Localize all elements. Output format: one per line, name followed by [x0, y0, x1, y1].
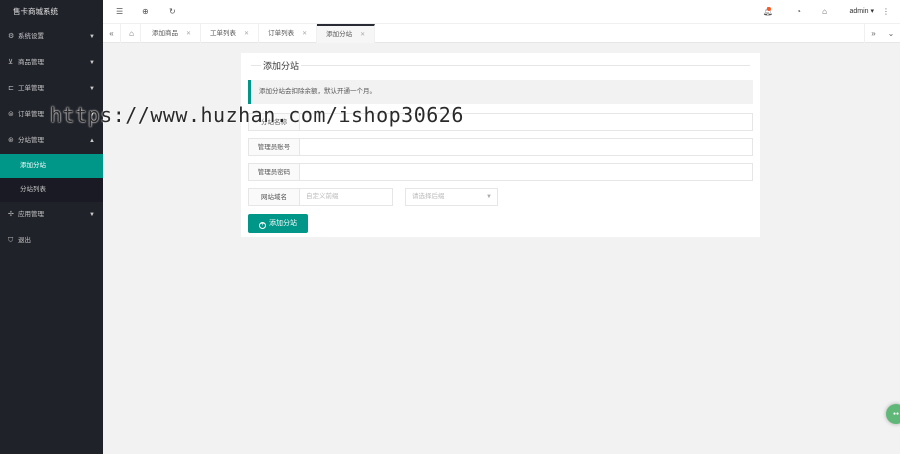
- more-vertical-icon[interactable]: ⋮: [882, 0, 890, 24]
- tab-label: 工单列表: [210, 30, 237, 37]
- sidebar-item-logout[interactable]: ⛉ 退出: [0, 228, 103, 254]
- caret-down-icon: ▼: [89, 34, 95, 40]
- bell-icon[interactable]: 🔔︎: [763, 0, 773, 24]
- tabs: 添加商品 ✕ 工单列表 ✕ 订单列表 ✕ 添加分站 ✕: [143, 24, 376, 43]
- home-tab-icon[interactable]: ⌂: [123, 24, 141, 43]
- field-label: 管理员密码: [248, 163, 300, 181]
- watermark: https://www.huzhan.com/ishop30626: [50, 103, 464, 127]
- palette-icon[interactable]: ◔: [796, 0, 801, 24]
- notice-banner: 添加分站会扣除余额，默认开通一个月。: [248, 80, 753, 104]
- tabs-scroll-left-icon[interactable]: «: [103, 24, 121, 43]
- title-divider: [251, 65, 750, 66]
- caret-down-icon: ▼: [486, 194, 492, 200]
- sidebar-item-label: 订单管理: [18, 111, 44, 118]
- cart-icon: ⊻: [8, 59, 14, 66]
- sidebar-subitem-substation-list[interactable]: 分站列表: [0, 178, 103, 202]
- add-substation-button[interactable]: + 添加分站: [248, 214, 308, 233]
- logout-icon: ⛉: [8, 237, 14, 244]
- tab-add-substation[interactable]: 添加分站 ✕: [317, 24, 376, 43]
- tabs-scroll-right-icon[interactable]: »: [864, 24, 882, 43]
- globe-icon[interactable]: ⊕: [142, 0, 149, 24]
- user-menu[interactable]: admin ▾: [849, 0, 874, 24]
- ticket-icon: ⊏: [8, 85, 14, 92]
- sidebar-subitem-add-substation[interactable]: 添加分站: [0, 154, 103, 178]
- sidebar-item-label: 商品管理: [18, 59, 44, 66]
- caret-up-icon: ▲: [89, 138, 95, 144]
- caret-down-icon: ▾: [870, 8, 874, 15]
- add-substation-card: 添加分站 添加分站会扣除余额，默认开通一个月。 分站名称 管理员账号 管理员密码…: [241, 53, 760, 237]
- close-icon[interactable]: ✕: [244, 31, 249, 37]
- tab-label: 添加分站: [326, 31, 353, 38]
- topbar: ☰ ⊕ ↻ 🔔︎ ◔ ⌂ admin ▾ ⋮: [103, 0, 900, 24]
- gear-icon: ⚙: [8, 33, 15, 40]
- domain-suffix-select[interactable]: 请选择后缀 ▼: [405, 188, 498, 206]
- sidebar-item-label: 系统设置: [18, 33, 44, 40]
- sidebar-item-label: 退出: [18, 237, 31, 244]
- app-icon: ✢: [8, 211, 14, 218]
- menu-toggle-icon[interactable]: ☰: [116, 0, 123, 24]
- sidebar-item-tickets[interactable]: ⊏ 工单管理 ▼: [0, 76, 103, 102]
- app-title: 售卡商城系统: [0, 0, 103, 24]
- submenu-substations: 添加分站 分站列表: [0, 154, 103, 202]
- sidebar-item-apps[interactable]: ✢ 应用管理 ▼: [0, 202, 103, 228]
- admin-account-input[interactable]: [300, 138, 753, 156]
- tag-icon[interactable]: ⌂: [822, 0, 827, 24]
- tab-label: 添加商品: [152, 30, 178, 37]
- tab-label: 订单列表: [268, 30, 295, 37]
- button-label: 添加分站: [269, 220, 297, 227]
- field-label: 管理员账号: [248, 138, 300, 156]
- field-label: 网站域名: [248, 188, 300, 206]
- sidebar-item-substations[interactable]: ⊛ 分站管理 ▲: [0, 128, 103, 154]
- close-icon[interactable]: ✕: [186, 31, 191, 37]
- close-icon[interactable]: ✕: [302, 31, 307, 37]
- refresh-icon[interactable]: ↻: [169, 0, 176, 24]
- admin-password-input[interactable]: [300, 163, 753, 181]
- chat-icon: ●●: [892, 411, 900, 417]
- plus-circle-icon: +: [259, 222, 266, 229]
- sidebar-item-products[interactable]: ⊻ 商品管理 ▼: [0, 50, 103, 76]
- username: admin: [849, 8, 869, 15]
- order-icon: ⊜: [8, 111, 14, 118]
- page-title: 添加分站: [261, 59, 302, 72]
- caret-down-icon: ▼: [89, 86, 95, 92]
- sidebar-item-system-settings[interactable]: ⚙ 系统设置 ▼: [0, 24, 103, 50]
- close-icon[interactable]: ✕: [360, 32, 365, 38]
- sidebar-item-label: 分站管理: [18, 137, 44, 144]
- sidebar-item-label: 工单管理: [18, 85, 44, 92]
- form-row-account: 管理员账号: [248, 138, 753, 156]
- tab-ticket-list[interactable]: 工单列表 ✕: [201, 24, 260, 43]
- tab-order-list[interactable]: 订单列表 ✕: [259, 24, 318, 43]
- form-row-password: 管理员密码: [248, 163, 753, 181]
- chevron-down-icon[interactable]: ⌄: [882, 24, 900, 43]
- form-row-domain: 网站域名 自定义前缀: [248, 188, 393, 206]
- notification-dot: [767, 7, 771, 11]
- tabs-bar: « ⌂ 添加商品 ✕ 工单列表 ✕ 订单列表 ✕ 添加分站 ✕ » ⌄: [103, 24, 900, 43]
- sidebar-item-label: 应用管理: [18, 211, 44, 218]
- floating-help-button[interactable]: ●●: [886, 404, 900, 424]
- caret-down-icon: ▼: [89, 60, 95, 66]
- caret-down-icon: ▼: [89, 212, 95, 218]
- site-icon: ⊛: [8, 137, 14, 144]
- tab-add-product[interactable]: 添加商品 ✕: [143, 24, 202, 43]
- select-placeholder: 请选择后缀: [412, 193, 445, 200]
- sidebar: 售卡商城系统 ⚙ 系统设置 ▼ ⊻ 商品管理 ▼ ⊏ 工单管理 ▼ ⊜ 订单管理 ▼ ⊛…: [0, 0, 103, 454]
- domain-prefix-input[interactable]: 自定义前缀: [300, 188, 393, 206]
